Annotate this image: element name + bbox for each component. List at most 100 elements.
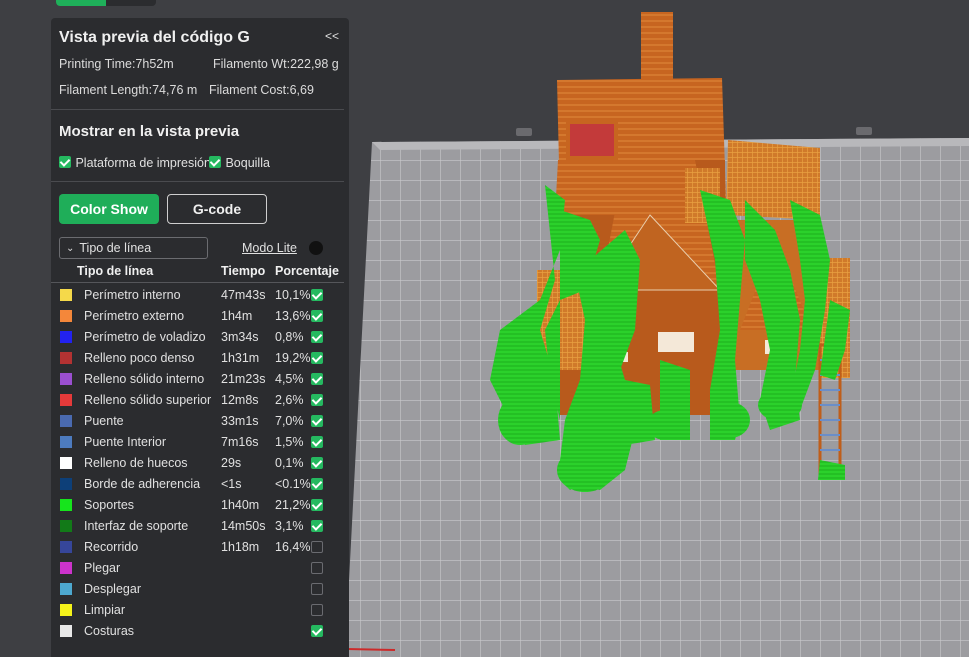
line-type-percentage: 0,1% xyxy=(275,456,304,470)
line-type-name: Relleno de huecos xyxy=(84,456,188,470)
color-swatch xyxy=(60,352,72,364)
line-type-name: Borde de adherencia xyxy=(84,477,201,491)
checkbox-checked-icon[interactable] xyxy=(311,499,323,511)
line-type-name: Relleno sólido interno xyxy=(84,372,205,386)
checkbox-checked-icon[interactable] xyxy=(311,520,323,532)
checkbox-checked-icon[interactable] xyxy=(311,352,323,364)
legend-row[interactable]: Perímetro de voladizo 3m34s 0,8% xyxy=(51,326,349,347)
gcode-button[interactable]: G-code xyxy=(167,194,267,224)
legend-row[interactable]: Limpiar xyxy=(51,599,349,620)
checkbox-checked-icon[interactable] xyxy=(311,625,323,637)
legend-row[interactable]: Relleno de huecos 29s 0,1% xyxy=(51,452,349,473)
color-swatch xyxy=(60,583,72,595)
line-type-name: Recorrido xyxy=(84,540,139,554)
line-type-time: 1h40m xyxy=(221,498,260,512)
legend-row[interactable]: Puente 33m1s 7,0% xyxy=(51,410,349,431)
color-swatch xyxy=(60,289,72,301)
color-swatch xyxy=(60,373,72,385)
option-nozzle[interactable]: Boquilla xyxy=(209,154,270,172)
color-swatch xyxy=(60,541,72,553)
legend-row[interactable]: Puente Interior 7m16s 1,5% xyxy=(51,431,349,452)
line-type-percentage: 1,5% xyxy=(275,435,304,449)
line-type-percentage: 19,2% xyxy=(275,351,311,365)
header-divider xyxy=(51,282,344,283)
line-type-time: 1h18m xyxy=(221,540,260,554)
line-type-time: 21m23s xyxy=(221,372,266,386)
chevron-down-icon: ⌄ xyxy=(66,242,75,254)
filament-length: Filament Length:74,76 m xyxy=(59,83,198,97)
color-swatch xyxy=(60,604,72,616)
checkbox-checked-icon[interactable] xyxy=(311,310,323,322)
checkbox-unchecked-icon[interactable] xyxy=(311,604,323,616)
checkbox-checked-icon[interactable] xyxy=(311,415,323,427)
legend-row[interactable]: Plegar xyxy=(51,557,349,578)
divider xyxy=(51,181,344,182)
printing-time: Printing Time:7h52m xyxy=(59,57,174,71)
legend-row[interactable]: Desplegar xyxy=(51,578,349,599)
line-type-name: Puente xyxy=(84,414,124,428)
line-type-name: Puente Interior xyxy=(84,435,166,449)
lite-mode-label: Modo Lite xyxy=(242,241,297,255)
gcode-preview-panel: Vista previa del código G << Printing Ti… xyxy=(51,18,349,657)
legend-row[interactable]: Relleno sólido interno 21m23s 4,5% xyxy=(51,368,349,389)
line-type-dropdown[interactable]: ⌄ Tipo de línea xyxy=(59,237,208,259)
checkbox-checked-icon[interactable] xyxy=(311,394,323,406)
legend-row[interactable]: Relleno poco denso 1h31m 19,2% xyxy=(51,347,349,368)
legend-row[interactable]: Recorrido 1h18m 16,4% xyxy=(51,536,349,557)
dropdown-value: Tipo de línea xyxy=(79,241,152,255)
line-type-time: 33m1s xyxy=(221,414,259,428)
legend-row[interactable]: Perímetro externo 1h4m 13,6% xyxy=(51,305,349,326)
line-type-percentage: 0,8% xyxy=(275,330,304,344)
line-type-name: Perímetro de voladizo xyxy=(84,330,206,344)
line-type-percentage: 3,1% xyxy=(275,519,304,533)
legend-row[interactable]: Interfaz de soporte 14m50s 3,1% xyxy=(51,515,349,536)
legend-row[interactable]: Relleno sólido superior 12m8s 2,6% xyxy=(51,389,349,410)
filament-cost: Filament Cost:6,69 xyxy=(209,83,314,97)
collapse-button[interactable]: << xyxy=(325,29,339,43)
color-swatch xyxy=(60,478,72,490)
lite-mode-toggle[interactable] xyxy=(309,241,323,255)
color-show-button[interactable]: Color Show xyxy=(59,194,159,224)
checkbox-unchecked-icon[interactable] xyxy=(311,583,323,595)
line-type-time: 12m8s xyxy=(221,393,259,407)
checkbox-checked-icon[interactable] xyxy=(311,373,323,385)
line-type-time: 3m34s xyxy=(221,330,259,344)
line-type-percentage: <0.1% xyxy=(275,477,311,491)
checkbox-checked-icon[interactable] xyxy=(59,156,71,168)
legend-row[interactable]: Soportes 1h40m 21,2% xyxy=(51,494,349,515)
option-build-plate[interactable]: Plataforma de impresión xyxy=(59,154,209,172)
line-type-name: Perímetro externo xyxy=(84,309,185,323)
color-swatch xyxy=(60,415,72,427)
checkbox-checked-icon[interactable] xyxy=(209,156,221,168)
checkbox-checked-icon[interactable] xyxy=(311,289,323,301)
color-swatch xyxy=(60,331,72,343)
option-label: Boquilla xyxy=(225,156,270,170)
line-type-time: 7m16s xyxy=(221,435,259,449)
legend-row[interactable]: Perímetro interno 47m43s 10,1% xyxy=(51,284,349,305)
legend-row[interactable]: Borde de adherencia <1s <0.1% xyxy=(51,473,349,494)
line-type-time: 47m43s xyxy=(221,288,266,302)
header-line-type: Tipo de línea xyxy=(77,264,154,278)
line-type-percentage: 16,4% xyxy=(275,540,311,554)
line-type-time: 1h4m xyxy=(221,309,253,323)
header-time: Tiempo xyxy=(221,264,266,278)
line-type-name: Soportes xyxy=(84,498,135,512)
color-swatch xyxy=(60,394,72,406)
legend-row[interactable]: Costuras xyxy=(51,620,349,641)
panel-title: Vista previa del código G xyxy=(59,29,250,46)
line-type-percentage: 4,5% xyxy=(275,372,304,386)
line-type-percentage: 7,0% xyxy=(275,414,304,428)
line-type-time: 14m50s xyxy=(221,519,266,533)
color-swatch xyxy=(60,499,72,511)
color-swatch xyxy=(60,520,72,532)
checkbox-checked-icon[interactable] xyxy=(311,436,323,448)
checkbox-unchecked-icon[interactable] xyxy=(311,541,323,553)
checkbox-checked-icon[interactable] xyxy=(311,331,323,343)
header-percentage: Porcentaje xyxy=(275,264,339,278)
checkbox-checked-icon[interactable] xyxy=(311,457,323,469)
checkbox-checked-icon[interactable] xyxy=(311,478,323,490)
color-swatch xyxy=(60,310,72,322)
checkbox-unchecked-icon[interactable] xyxy=(311,562,323,574)
color-swatch xyxy=(60,562,72,574)
filament-weight: Filamento Wt:222,98 g xyxy=(213,57,339,71)
